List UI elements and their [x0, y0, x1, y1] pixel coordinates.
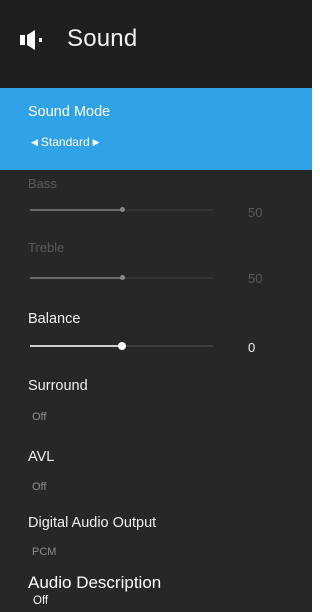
avl-value: Off — [32, 481, 47, 493]
sound-settings-panel: Sound Sound Mode ◀ Standard ▶ Bass 50 Tr… — [0, 0, 316, 612]
audio-description-label: Audio Description — [28, 573, 162, 592]
bass-slider-knob — [119, 207, 125, 212]
surround-value: Off — [32, 411, 47, 423]
balance-label: Balance — [28, 311, 81, 327]
bass-slider-fill — [30, 209, 122, 211]
sound-mode-value: Standard — [40, 135, 90, 149]
panel-header: Sound — [0, 0, 316, 88]
treble-slider-fill — [30, 277, 122, 279]
balance-slider-knob[interactable] — [118, 342, 126, 350]
arrow-right-icon[interactable]: ▶ — [93, 137, 100, 148]
menu-item-sound-mode[interactable]: Sound Mode ◀ Standard ▶ — [0, 88, 316, 170]
treble-slider-knob — [119, 275, 125, 280]
digital-audio-output-label: Digital Audio Output — [28, 515, 157, 531]
balance-value: 0 — [248, 340, 256, 355]
menu-item-audio-description[interactable]: Audio Description Off — [0, 566, 316, 612]
bass-slider — [30, 207, 213, 212]
surround-label: Surround — [28, 378, 88, 394]
treble-slider — [30, 275, 213, 280]
bass-label: Bass — [28, 176, 57, 191]
avl-label: AVL — [28, 449, 55, 465]
treble-label: Treble — [28, 240, 65, 255]
arrow-left-icon[interactable]: ◀ — [31, 137, 38, 148]
page-title: Sound — [67, 25, 138, 52]
speaker-icon — [20, 30, 42, 50]
sound-mode-label: Sound Mode — [28, 104, 111, 120]
audio-description-value: Off — [33, 595, 49, 607]
sound-mode-selector[interactable]: ◀ Standard ▶ — [28, 135, 103, 149]
balance-slider[interactable] — [30, 342, 213, 350]
balance-slider-fill — [30, 345, 122, 347]
panel-edge — [312, 0, 316, 612]
treble-value: 50 — [248, 271, 263, 286]
digital-audio-output-value: PCM — [32, 546, 57, 558]
bass-value: 50 — [248, 205, 263, 220]
